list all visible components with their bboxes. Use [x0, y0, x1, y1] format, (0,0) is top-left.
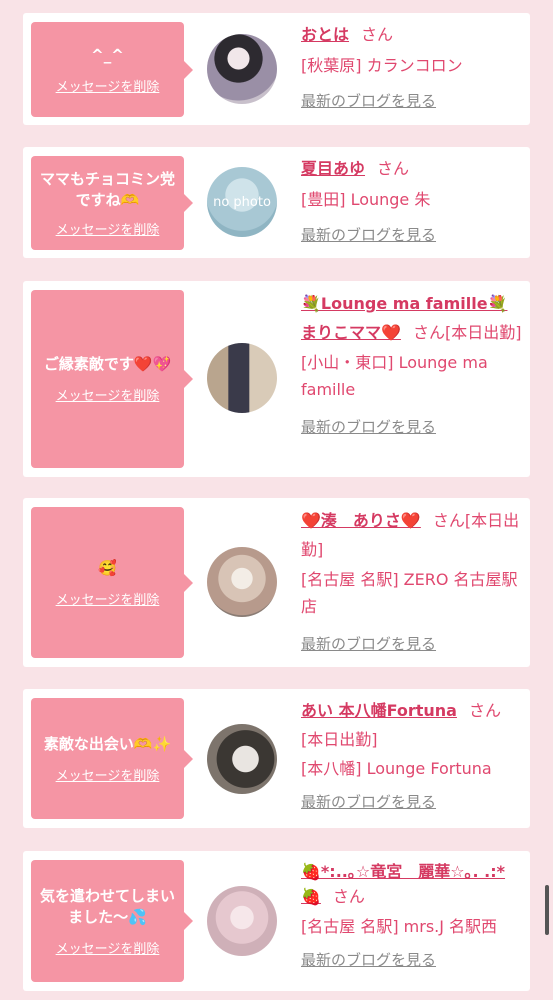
message-text: ^_^ [91, 45, 124, 64]
delete-message-link[interactable]: メッセージを削除 [56, 765, 160, 784]
view-blog-link[interactable]: 最新のブログを見る [301, 635, 436, 653]
view-blog-link[interactable]: 最新のブログを見る [301, 226, 436, 244]
status-label: [本日出勤] [444, 323, 522, 342]
shop-label: [秋葉原] カランコロン [301, 56, 463, 75]
user-name-link[interactable]: ❤️湊 ありさ❤️ [301, 511, 421, 530]
message-text: 気を遣わせてしまいました〜💦 [39, 886, 175, 926]
shop-label: [名古屋 名駅] ZERO 名古屋駅店 [301, 570, 518, 616]
message-card: 素敵な出会い🫶✨ メッセージを削除 あい 本八幡Fortuna さん [本日出勤]… [23, 689, 530, 828]
user-info: あい 本八幡Fortuna さん [本日出勤] [本八幡] Lounge Fort… [301, 697, 523, 816]
delete-message-link[interactable]: メッセージを削除 [56, 76, 160, 95]
avatar[interactable] [207, 547, 277, 617]
user-info: 💐Lounge ma famille💐まりこママ❤️ さん[本日出勤] [小山・東… [301, 289, 523, 441]
message-bubble: ママもチョコミン党ですね🫶 メッセージを削除 [31, 156, 193, 250]
message-card: ^_^ メッセージを削除 おとは さん [秋葉原] カランコロン 最新のブログを見… [23, 13, 530, 125]
avatar[interactable] [207, 724, 277, 794]
user-name-link[interactable]: 🍓*:..｡☆竜宮 麗華☆｡. .:*🍓 [301, 862, 505, 906]
status-label: [本日出勤] [301, 730, 378, 749]
delete-message-link[interactable]: メッセージを削除 [56, 589, 160, 608]
user-name-link[interactable]: あい 本八幡Fortuna [301, 701, 457, 720]
avatar[interactable]: no photo [207, 167, 277, 237]
honorific: さん [412, 323, 445, 342]
view-blog-link[interactable]: 最新のブログを見る [301, 793, 436, 811]
no-photo-text: no photo [213, 194, 271, 210]
delete-message-link[interactable]: メッセージを削除 [56, 385, 160, 404]
delete-message-link[interactable]: メッセージを削除 [56, 219, 160, 238]
honorific: さん [468, 701, 501, 720]
scrollbar[interactable] [545, 885, 549, 935]
shop-label: [名古屋 名駅] mrs.J 名駅西 [301, 917, 498, 936]
honorific: さん [332, 887, 365, 906]
message-bubble: 気を遣わせてしまいました〜💦 メッセージを削除 [31, 860, 193, 982]
message-bubble: ご縁素敵です❤️💖 メッセージを削除 [31, 290, 193, 468]
message-text: 素敵な出会い🫶✨ [43, 734, 172, 753]
view-blog-link[interactable]: 最新のブログを見る [301, 951, 436, 969]
honorific: さん [432, 511, 465, 530]
message-card: ママもチョコミン党ですね🫶 メッセージを削除 no photo 夏目あゆ さん [… [23, 147, 530, 258]
message-card: 🥰 メッセージを削除 ❤️湊 ありさ❤️ さん[本日出勤] [名古屋 名駅] ZE… [23, 498, 530, 667]
message-text: 🥰 [98, 558, 117, 577]
shop-label: [豊田] Lounge 朱 [301, 190, 431, 209]
avatar[interactable] [207, 34, 277, 104]
view-blog-link[interactable]: 最新のブログを見る [301, 418, 436, 436]
avatar[interactable] [207, 886, 277, 956]
user-name-link[interactable]: 夏目あゆ [301, 159, 365, 178]
message-text: ママもチョコミン党ですね🫶 [39, 169, 175, 209]
message-bubble: ^_^ メッセージを削除 [31, 22, 193, 117]
avatar[interactable] [207, 343, 277, 413]
delete-message-link[interactable]: メッセージを削除 [56, 938, 160, 957]
user-info: 🍓*:..｡☆竜宮 麗華☆｡. .:*🍓 さん [名古屋 名駅] mrs.J 名駅… [301, 859, 523, 974]
honorific: さん [361, 25, 394, 44]
shop-label: [小山・東口] Lounge ma famille [301, 353, 488, 399]
view-blog-link[interactable]: 最新のブログを見る [301, 92, 436, 110]
user-info: 夏目あゆ さん [豊田] Lounge 朱 最新のブログを見る [301, 155, 523, 249]
user-name-link[interactable]: おとは [301, 25, 349, 44]
message-card: 気を遣わせてしまいました〜💦 メッセージを削除 🍓*:..｡☆竜宮 麗華☆｡. … [23, 851, 530, 991]
message-bubble: 素敵な出会い🫶✨ メッセージを削除 [31, 698, 193, 819]
user-info: ❤️湊 ありさ❤️ さん[本日出勤] [名古屋 名駅] ZERO 名古屋駅店 最新… [301, 506, 523, 658]
honorific: さん [377, 159, 410, 178]
shop-label: [本八幡] Lounge Fortuna [301, 759, 492, 778]
message-bubble: 🥰 メッセージを削除 [31, 507, 193, 658]
user-info: おとは さん [秋葉原] カランコロン 最新のブログを見る [301, 21, 523, 115]
message-card: ご縁素敵です❤️💖 メッセージを削除 💐Lounge ma famille💐まり… [23, 281, 530, 477]
message-text: ご縁素敵です❤️💖 [43, 355, 172, 373]
